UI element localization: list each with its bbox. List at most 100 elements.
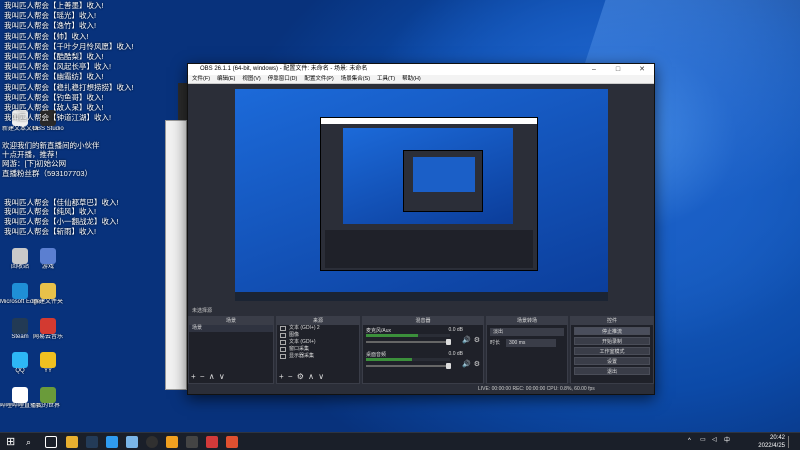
show-desktop-button[interactable] [788, 436, 796, 448]
volume-slider[interactable] [366, 339, 451, 345]
scene-item[interactable]: 场景 [189, 325, 273, 332]
speaker-icon[interactable]: 🔊 [462, 360, 471, 368]
desktop-icon-label: YY [43, 368, 52, 374]
app-icon [40, 352, 56, 368]
volume-knob[interactable] [446, 363, 451, 369]
tray-chevron-icon[interactable]: ^ [688, 438, 691, 444]
nested-obs-preview [320, 117, 538, 271]
menu-item[interactable]: 停靠窗口(D) [268, 76, 298, 82]
menu-item[interactable]: 场景集合(S) [341, 76, 370, 82]
app-icon [40, 318, 56, 334]
obs-preview-area[interactable] [188, 84, 654, 306]
close-icon[interactable]: ✕ [630, 64, 654, 75]
window-icon [280, 347, 286, 352]
sources-header: 来源 [277, 317, 359, 325]
clock-date[interactable]: 2022/4/25 [745, 443, 785, 449]
app-icon [12, 387, 28, 403]
obs-taskbar-icon[interactable] [146, 436, 158, 448]
scene-status-bar: 未选择源 [188, 306, 654, 316]
menu-item[interactable]: 文件(F) [192, 76, 210, 82]
menu-item[interactable]: 工具(T) [377, 76, 395, 82]
qq-icon[interactable] [106, 436, 118, 448]
sources-toolbar[interactable]: + − ⚙ ∧ ∨ [279, 373, 325, 381]
source-item[interactable]: 窗口采集 [277, 346, 359, 353]
preview-canvas[interactable] [235, 89, 608, 301]
taskbar: ⊞ ⌕ ^ ▭ ◁ 中 20:42 2022/4/25 [0, 432, 800, 450]
app-icon[interactable] [186, 436, 198, 448]
chat-message: 我叫匹人帮会【钟道江湖】收入! [4, 113, 112, 122]
volume-icon[interactable]: ◁ [712, 437, 717, 443]
controls-dock: 控件 停止推流 开始录制 工作室模式 设置 退出 [570, 316, 654, 384]
scenes-header: 场景 [189, 317, 273, 325]
browser-icon[interactable] [126, 436, 138, 448]
explorer-icon[interactable] [66, 436, 78, 448]
network-icon[interactable]: ▭ [700, 437, 706, 443]
desktop-icon[interactable]: 我的世界 [28, 387, 68, 421]
menu-item[interactable]: 视图(V) [242, 76, 260, 82]
image-icon [280, 333, 286, 338]
stop-streaming-button[interactable]: 停止推流 [574, 327, 650, 335]
source-item[interactable]: 文本 (GDI+) [277, 339, 359, 346]
gear-icon[interactable]: ⚙ [474, 360, 480, 368]
speaker-icon[interactable]: 🔊 [462, 336, 471, 344]
app-icon [40, 248, 56, 264]
app-icon [40, 283, 56, 299]
desktop-icon[interactable]: 网易云音乐 [28, 318, 68, 352]
mixer-channel: 麦克风/Aux 0.0 dB 🔊 ⚙ [363, 325, 483, 349]
volume-knob[interactable] [446, 339, 451, 345]
input-language[interactable]: 中 [724, 438, 730, 444]
minimize-icon[interactable]: – [582, 64, 606, 75]
start-icon[interactable]: ⊞ [6, 436, 18, 448]
desktop-icon-label: 游戏 [41, 264, 54, 270]
desktop-icon-label: OBS Studio [32, 126, 64, 132]
exit-button[interactable]: 退出 [574, 367, 650, 375]
clock-time[interactable]: 20:42 [745, 435, 785, 441]
menu-item[interactable]: 帮助(H) [402, 76, 421, 82]
desktop-icon[interactable]: 游戏 [28, 248, 68, 282]
source-item[interactable]: 文本 (GDI+) 2 [277, 325, 359, 332]
transition-select[interactable]: 淡出 [490, 328, 564, 336]
mixer-header: 混音器 [363, 317, 483, 325]
text-icon [280, 340, 286, 345]
gear-icon[interactable]: ⚙ [474, 336, 480, 344]
app-icon [12, 283, 28, 299]
menu-item[interactable]: 配置文件(P) [304, 76, 333, 82]
duration-row: 时长 300 ms [490, 339, 564, 347]
music-icon[interactable] [206, 436, 218, 448]
mixer-dock: 混音器 麦克风/Aux 0.0 dB 🔊 ⚙ 桌面音频 0.0 dB 🔊 ⚙ [362, 316, 484, 384]
obs-menubar: 文件(F) 编辑(E) 视图(V) 停靠窗口(D) 配置文件(P) 场景集合(S) 工具(T… [188, 75, 654, 84]
source-item[interactable]: 显示器采集 [277, 353, 359, 360]
mixer-channel: 桌面音频 0.0 dB 🔊 ⚙ [363, 349, 483, 373]
scenes-dock: 场景 场景 + − ∧ ∨ [188, 316, 274, 384]
channel-level: 0.0 dB [448, 327, 463, 333]
scenes-toolbar[interactable]: + − ∧ ∨ [191, 373, 226, 381]
start-recording-button[interactable]: 开始录制 [574, 337, 650, 345]
app-icon [12, 248, 28, 264]
app-icon [40, 387, 56, 403]
preview-taskbar [235, 292, 608, 301]
task-view-icon[interactable] [45, 436, 57, 448]
steam-icon[interactable] [86, 436, 98, 448]
channel-level: 0.0 dB [448, 351, 463, 357]
sources-dock: 来源 文本 (GDI+) 2 图像 文本 (GDI+) 窗口采集 显示器采集 +… [276, 316, 360, 384]
transitions-dock: 场景转场 淡出 时长 300 ms [486, 316, 568, 384]
text-icon [280, 326, 286, 331]
chat-message: 直播粉丝群（593107703） [2, 169, 93, 178]
app2-icon[interactable] [226, 436, 238, 448]
obs-titlebar[interactable]: OBS 26.1.1 (64-bit, windows) - 配置文件: 未命名… [188, 64, 654, 75]
desktop-icon[interactable]: YY [28, 352, 68, 386]
volume-slider[interactable] [366, 363, 451, 369]
duration-input[interactable]: 300 ms [506, 339, 556, 347]
game-icon[interactable] [166, 436, 178, 448]
transitions-header: 场景转场 [487, 317, 567, 325]
studio-mode-button[interactable]: 工作室模式 [574, 347, 650, 355]
settings-button[interactable]: 设置 [574, 357, 650, 365]
background-window[interactable] [165, 120, 187, 390]
maximize-icon[interactable]: □ [606, 64, 630, 75]
desktop-icon[interactable]: 新建文件夹 [28, 283, 68, 317]
source-item[interactable]: 图像 [277, 332, 359, 339]
obs-window[interactable]: OBS 26.1.1 (64-bit, windows) - 配置文件: 未命名… [187, 63, 655, 395]
search-icon[interactable]: ⌕ [26, 436, 38, 448]
obs-statusbar: LIVE: 00:00:00 REC: 00:00:00 CPU: 0.8%, … [188, 384, 654, 394]
menu-item[interactable]: 编辑(E) [217, 76, 235, 82]
